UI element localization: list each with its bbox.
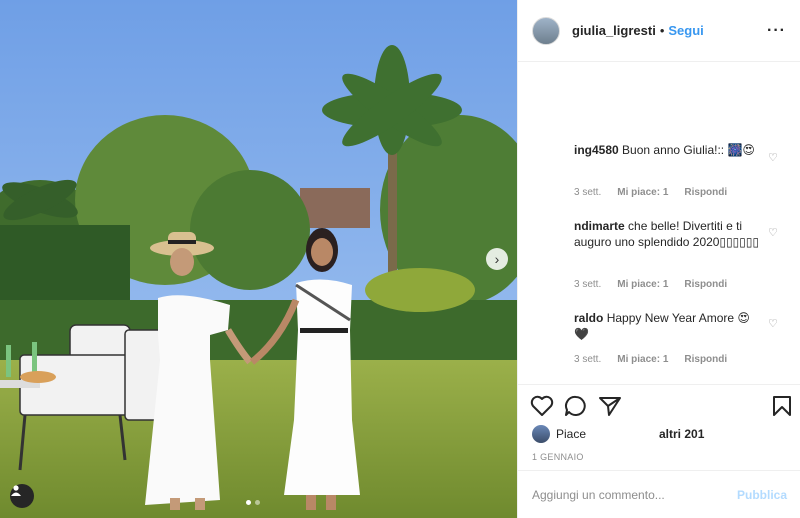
likes-summary: Piace altri 201 (532, 425, 704, 443)
likes-count-link[interactable]: altri 201 (659, 427, 704, 441)
comment-age: 3 sett. (574, 354, 602, 365)
add-comment-bar: Aggiungi un commento... Pubblica (518, 470, 800, 518)
more-options-icon[interactable]: ··· (767, 22, 786, 40)
bookmark-icon[interactable] (771, 395, 793, 417)
separator-dot: • (659, 23, 665, 38)
comment-body: Buon anno Giulia!:: 🎆😍 (622, 143, 755, 157)
username-link[interactable]: giulia_ligresti (572, 23, 656, 38)
follow-button[interactable]: Segui (668, 23, 703, 38)
next-slide-button[interactable]: › (486, 248, 508, 270)
avatar[interactable] (532, 16, 560, 45)
reply-button[interactable]: Rispondi (684, 354, 727, 365)
post-date[interactable]: 1 GENNAIO (532, 452, 584, 462)
comment-text: ndimarte che belle! Divertiti e ti augur… (574, 219, 764, 250)
post-actions: Piace altri 201 1 GENNAIO (518, 384, 800, 470)
comment-like-icon[interactable]: ♡ (768, 226, 778, 239)
carousel-dot (246, 500, 251, 505)
comment-likes-link[interactable]: Mi piace: 1 (617, 354, 668, 365)
comment-likes-link[interactable]: Mi piace: 1 (617, 187, 668, 198)
share-icon[interactable] (598, 395, 622, 417)
user-tag-icon (11, 485, 21, 496)
photo-illustration (0, 0, 517, 518)
comment-text: raldo Happy New Year Amore 😍🖤 (574, 311, 764, 342)
comment-like-icon[interactable]: ♡ (768, 151, 778, 164)
heart-icon[interactable] (530, 395, 554, 417)
comment-like-icon[interactable]: ♡ (768, 317, 778, 330)
likes-label: Piace (556, 427, 587, 441)
publish-button[interactable]: Pubblica (737, 488, 787, 502)
comment-age: 3 sett. (574, 279, 602, 290)
chevron-right-icon: › (494, 251, 500, 267)
reply-button[interactable]: Rispondi (684, 279, 727, 290)
comment-username[interactable]: ing4580 (574, 143, 619, 157)
comment-age: 3 sett. (574, 187, 602, 198)
comment-username[interactable]: raldo (574, 311, 603, 325)
liker-avatar[interactable] (532, 425, 550, 443)
comment-username[interactable]: ndimarte (574, 219, 625, 233)
comment-meta: 3 sett. Mi piace: 1 Rispondi (574, 187, 727, 198)
comment-meta: 3 sett. Mi piace: 1 Rispondi (574, 354, 727, 365)
action-bar (530, 395, 793, 419)
post-photo[interactable]: › (0, 0, 517, 518)
comment-input[interactable]: Aggiungi un commento... (532, 488, 665, 502)
comment-text: ing4580 Buon anno Giulia!:: 🎆😍 (574, 143, 764, 159)
post-side-panel: giulia_ligresti • Segui ··· ing4580 Buon… (517, 0, 800, 518)
post-header: giulia_ligresti • Segui ··· (518, 0, 800, 62)
user-tag-button[interactable] (10, 484, 34, 508)
carousel-indicator (246, 500, 260, 505)
comment-meta: 3 sett. Mi piace: 1 Rispondi (574, 279, 727, 290)
comment-icon[interactable] (564, 395, 588, 417)
comment-likes-link[interactable]: Mi piace: 1 (617, 279, 668, 290)
reply-button[interactable]: Rispondi (684, 187, 727, 198)
carousel-dot (255, 500, 260, 505)
comments-list[interactable]: ing4580 Buon anno Giulia!:: 🎆😍 ♡ 3 sett.… (518, 62, 800, 384)
